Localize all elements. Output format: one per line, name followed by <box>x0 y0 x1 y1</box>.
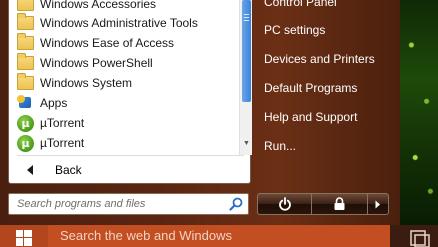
program-label: Windows System <box>40 76 133 90</box>
scrollbar-grip <box>244 14 249 15</box>
program-item-windows-ease-of-access[interactable]: Windows Ease of Access <box>17 33 235 53</box>
program-item-windows-powershell[interactable]: Windows PowerShell <box>17 53 235 73</box>
divider <box>17 155 244 156</box>
search-icon[interactable] <box>229 197 243 211</box>
program-item-utorrent[interactable]: µ µTorrent <box>17 133 235 153</box>
taskbar: Search the web and Windows <box>0 225 438 247</box>
shutdown-button[interactable] <box>258 194 313 214</box>
scroll-down-arrow-icon[interactable]: ▼ <box>240 138 253 150</box>
folder-icon <box>17 53 34 70</box>
program-label: Windows Accessories <box>40 0 157 11</box>
program-label: Windows PowerShell <box>40 56 153 70</box>
lock-icon <box>334 197 345 210</box>
right-item-devices-and-printers[interactable]: Devices and Printers <box>264 49 392 69</box>
folder-icon <box>17 0 34 11</box>
back-label: Back <box>55 163 82 177</box>
right-item-default-programs[interactable]: Default Programs <box>264 78 392 98</box>
program-list-scrollbar[interactable]: ▼ <box>239 0 252 155</box>
lock-button[interactable] <box>312 194 369 214</box>
right-item-control-panel[interactable]: Control Panel <box>264 0 392 12</box>
task-view-icon <box>410 230 430 247</box>
utorrent-icon: µ <box>17 114 34 132</box>
right-item-help-and-support[interactable]: Help and Support <box>264 107 392 127</box>
program-label: µTorrent <box>40 136 85 150</box>
power-options-button[interactable] <box>368 194 388 214</box>
arrow-right-icon <box>375 200 381 208</box>
desktop-wallpaper <box>400 0 438 225</box>
taskbar-search-box[interactable]: Search the web and Windows <box>48 225 390 247</box>
utorrent-icon: µ <box>17 134 34 152</box>
power-button-group <box>257 193 389 215</box>
programs-panel: Windows Accessories Windows Administrati… <box>8 0 252 184</box>
scrollbar-thumb[interactable] <box>242 0 251 102</box>
program-label: Windows Ease of Access <box>40 36 175 50</box>
program-item-windows-administrative-tools[interactable]: Windows Administrative Tools <box>17 13 235 33</box>
search-box[interactable] <box>8 193 249 215</box>
scrollbar-grip <box>244 17 249 18</box>
program-item-utorrent[interactable]: µ µTorrent <box>17 113 235 133</box>
program-item-apps[interactable]: Apps <box>17 93 235 113</box>
start-menu: Windows Accessories Windows Administrati… <box>0 0 400 225</box>
back-arrow-icon <box>27 165 33 175</box>
folder-icon <box>17 13 34 30</box>
folder-icon <box>17 73 34 90</box>
search-input[interactable] <box>17 198 227 210</box>
program-label: µTorrent <box>40 116 85 130</box>
right-item-run[interactable]: Run... <box>264 136 392 156</box>
task-view-button[interactable] <box>400 225 438 247</box>
power-icon <box>278 197 291 211</box>
back-button[interactable]: Back <box>17 160 157 180</box>
program-list: Windows Accessories Windows Administrati… <box>9 0 235 155</box>
start-button[interactable] <box>0 225 48 247</box>
program-item-windows-system[interactable]: Windows System <box>17 73 235 93</box>
windows-logo-icon <box>16 230 32 246</box>
program-item-windows-accessories[interactable]: Windows Accessories <box>17 0 235 14</box>
program-label: Windows Administrative Tools <box>40 16 198 30</box>
scrollbar-grip <box>244 20 249 21</box>
folder-icon <box>17 33 34 50</box>
right-item-pc-settings[interactable]: PC settings <box>264 20 392 40</box>
apps-icon <box>17 95 34 111</box>
program-label: Apps <box>40 96 68 110</box>
